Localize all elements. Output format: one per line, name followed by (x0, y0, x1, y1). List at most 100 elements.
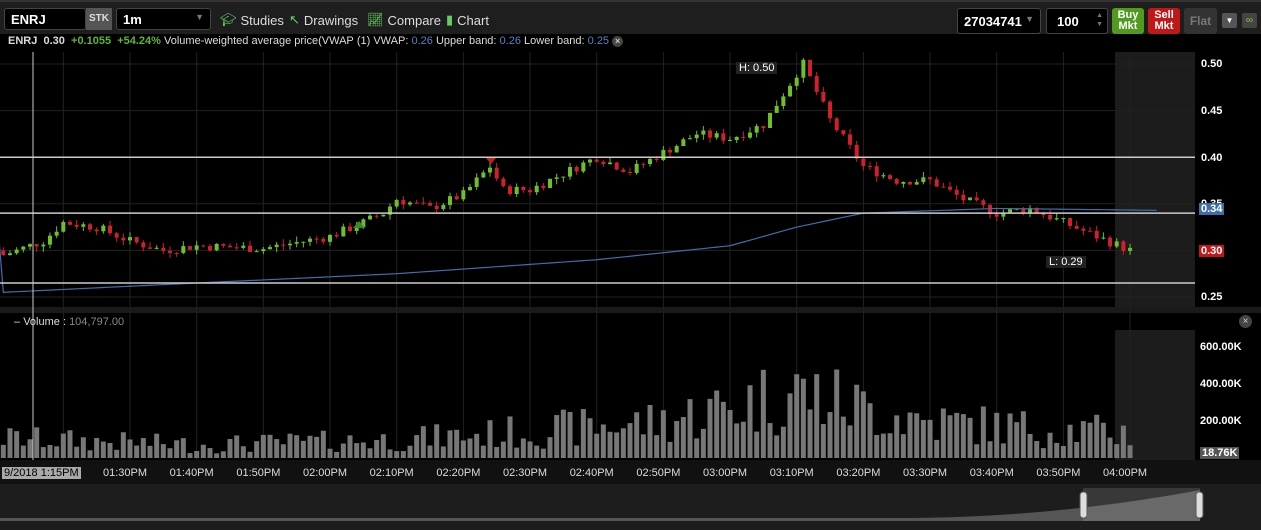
future-shade (1115, 52, 1195, 307)
volume-bar (560, 409, 566, 458)
candle (868, 165, 873, 167)
candle (994, 214, 999, 217)
volume-bar (320, 430, 326, 458)
volume-bar (627, 423, 633, 458)
candle (514, 186, 519, 195)
time-tick: 03:30PM (903, 467, 948, 479)
candle (888, 175, 893, 180)
volume-bar (1040, 448, 1046, 458)
navigator-left-handle[interactable] (1079, 491, 1088, 519)
candle (528, 190, 533, 193)
time-tick: 01:50PM (236, 467, 281, 479)
candle (941, 186, 946, 188)
navigator-window[interactable] (1083, 488, 1200, 521)
candle (588, 159, 593, 163)
volume-bar (1074, 441, 1080, 458)
volume-bar (1060, 445, 1066, 458)
volume-bar (527, 441, 533, 458)
volume-bar (687, 399, 693, 458)
volume-bar (954, 412, 960, 458)
volume-bar (0, 444, 6, 458)
candle (61, 222, 66, 232)
volume-bar (1047, 432, 1053, 458)
candle (474, 177, 479, 187)
candle (448, 196, 453, 205)
candle (121, 237, 126, 241)
candle (107, 225, 112, 234)
volume-bar (680, 417, 686, 458)
candle (741, 136, 746, 138)
volume-bar (367, 448, 373, 458)
volume-bar (787, 393, 793, 458)
candle (128, 237, 132, 241)
volume-bar (620, 428, 626, 458)
volume-bar (654, 435, 660, 458)
time-tick: 03:40PM (969, 467, 1014, 479)
volume-bar (487, 420, 493, 458)
candle (1128, 247, 1133, 251)
navigator[interactable] (0, 484, 1261, 530)
candle (1088, 230, 1093, 232)
time-tick: 03:50PM (1036, 467, 1081, 479)
candle (814, 76, 819, 92)
candle (848, 134, 853, 145)
candle (761, 126, 766, 128)
candle (648, 158, 653, 165)
high-annotation: H: 0.50 (736, 62, 778, 74)
time-tick: 02:40PM (569, 467, 614, 479)
candle (281, 244, 286, 246)
candle (1068, 218, 1073, 226)
volume-bar (600, 424, 606, 458)
close-volume-panel-icon[interactable]: × (1239, 315, 1252, 328)
volume-bar (340, 443, 346, 458)
volume-bar (280, 444, 286, 458)
volume-bar (1094, 414, 1100, 458)
volume-bar (607, 431, 613, 458)
volume-bar (114, 449, 120, 458)
candle (408, 202, 413, 205)
candle (1074, 225, 1079, 229)
candle (568, 167, 573, 177)
volume-bar (800, 378, 806, 458)
volume-bar (807, 409, 813, 458)
volume-bar (974, 444, 980, 458)
candle (27, 244, 32, 247)
candle (34, 244, 39, 247)
volume-bar (727, 410, 733, 458)
price-tick: 0.40 (1201, 152, 1223, 164)
candle (708, 130, 713, 138)
candle (1008, 209, 1013, 213)
volume-bar (867, 403, 873, 458)
candle (154, 247, 159, 249)
volume-bar (240, 446, 246, 458)
candle (81, 224, 86, 227)
candle (1081, 228, 1086, 231)
candle (901, 181, 906, 184)
candle (654, 158, 659, 160)
volume-bar (847, 425, 853, 458)
candle (534, 185, 539, 193)
volume-bar (720, 401, 726, 458)
candle (94, 229, 99, 232)
candle (174, 252, 179, 254)
navigator-right-handle[interactable] (1195, 491, 1204, 519)
volume-last-badge: 18.76K (1200, 447, 1240, 459)
volume-bar (587, 418, 593, 458)
volume-bar (547, 437, 553, 458)
candle (1061, 218, 1066, 220)
volume-bar (534, 445, 540, 458)
volume-bar (294, 435, 300, 458)
candle (581, 162, 586, 172)
candle (701, 130, 706, 135)
volume-bar (1120, 425, 1126, 458)
candle (454, 196, 459, 200)
time-tick: 02:20PM (436, 467, 481, 479)
candle (7, 253, 12, 256)
candle (908, 181, 913, 185)
volume-bar (87, 450, 93, 458)
candle (688, 138, 693, 140)
volume-bar (1007, 413, 1013, 458)
volume-bar (460, 440, 466, 458)
volume-bar (107, 443, 113, 458)
candle (294, 242, 299, 244)
